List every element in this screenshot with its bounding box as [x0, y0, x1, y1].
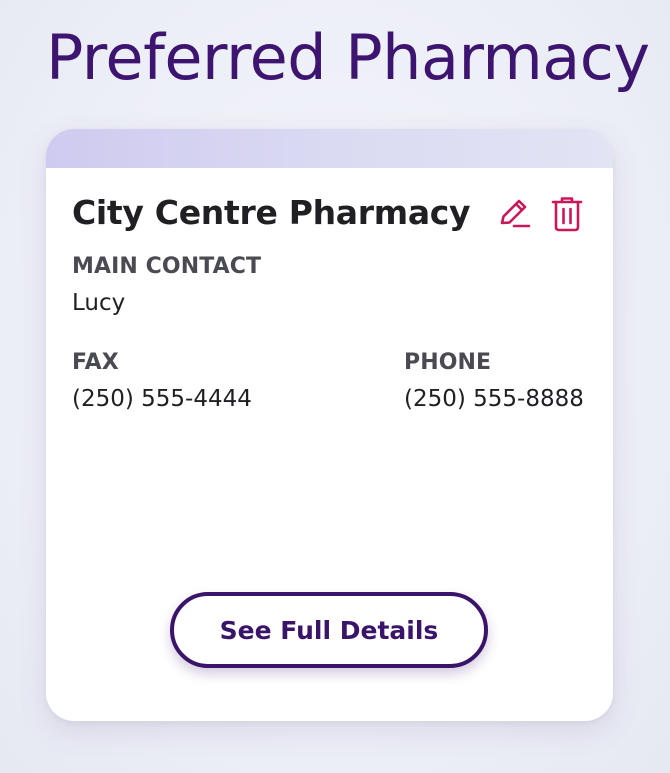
- delete-button[interactable]: [549, 195, 585, 233]
- pharmacy-name: City Centre Pharmacy: [72, 193, 471, 232]
- phone-value: (250) 555-8888: [404, 386, 584, 412]
- pencil-icon: [500, 199, 531, 228]
- main-contact-label: MAIN CONTACT: [72, 254, 262, 279]
- page: Preferred Pharmacy City Centre Pharmacy …: [0, 0, 670, 773]
- pharmacy-card: City Centre Pharmacy MAIN CONTACT Lucy F…: [46, 129, 613, 721]
- edit-button[interactable]: [497, 195, 533, 233]
- page-title: Preferred Pharmacy: [46, 21, 650, 94]
- trash-icon: [551, 197, 583, 232]
- phone-label: PHONE: [404, 350, 492, 375]
- main-contact-value: Lucy: [72, 290, 126, 316]
- fax-label: FAX: [72, 350, 119, 375]
- fax-value: (250) 555-4444: [72, 386, 252, 412]
- see-full-details-button[interactable]: See Full Details: [170, 592, 488, 668]
- card-header-strip: [46, 129, 613, 168]
